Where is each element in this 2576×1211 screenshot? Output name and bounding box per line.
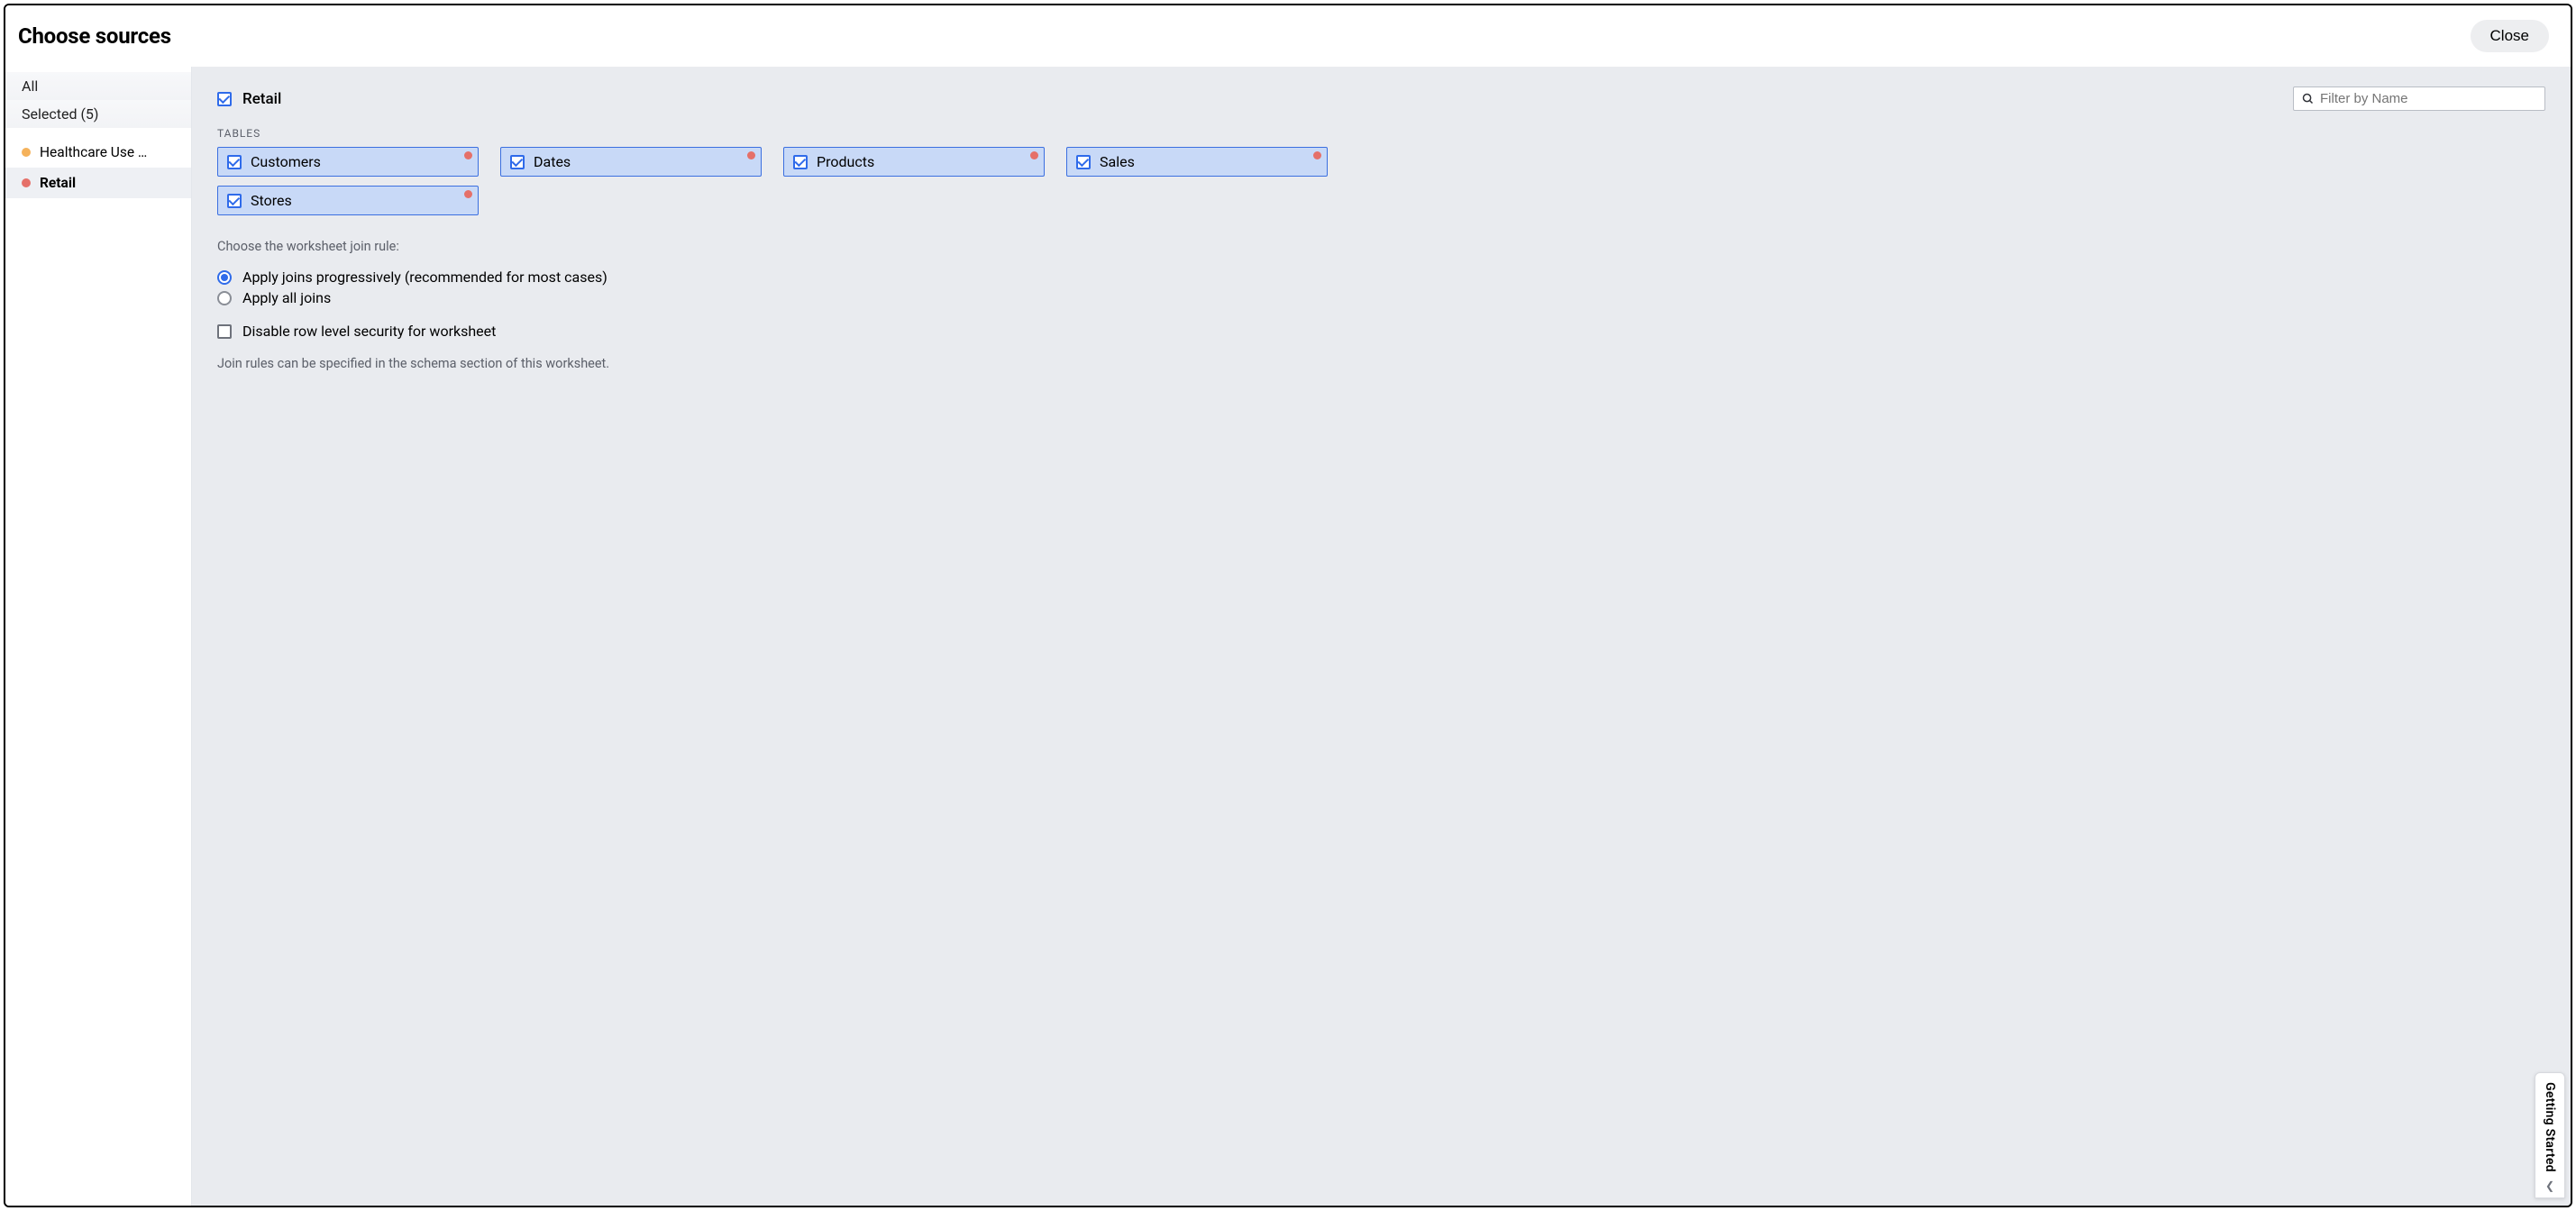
status-dot-icon <box>1313 151 1321 159</box>
join-rule-prompt: Choose the worksheet join rule: <box>217 239 2545 254</box>
sidebar: All Selected (5) Healthcare Use … Retail <box>5 67 192 1206</box>
tables-section-label: TABLES <box>217 127 2545 140</box>
sidebar-source-label: Healthcare Use … <box>40 144 147 160</box>
radio-button[interactable] <box>217 270 232 285</box>
table-label: Products <box>817 153 874 170</box>
status-dot-icon <box>464 190 472 198</box>
chevron-left-icon: ❮ <box>2545 1179 2554 1192</box>
table-chip-dates[interactable]: Dates <box>500 147 762 177</box>
filter-input-wrap[interactable] <box>2293 86 2545 111</box>
close-button[interactable]: Close <box>2471 20 2549 52</box>
join-rule-hint: Join rules can be specified in the schem… <box>217 356 2545 371</box>
table-chip-stores[interactable]: Stores <box>217 186 479 215</box>
getting-started-tab[interactable]: Getting Started ❮ <box>2535 1072 2565 1198</box>
join-rule-progressive[interactable]: Apply joins progressively (recommended f… <box>217 269 2545 286</box>
getting-started-label: Getting Started <box>2543 1082 2557 1172</box>
table-chip-sales[interactable]: Sales <box>1066 147 1328 177</box>
join-rule-all[interactable]: Apply all joins <box>217 289 2545 306</box>
tables-grid: Customers Dates Products Sales <box>217 147 2545 215</box>
status-dot-icon <box>1030 151 1038 159</box>
table-checkbox[interactable] <box>227 194 242 208</box>
table-checkbox[interactable] <box>510 155 525 169</box>
table-checkbox[interactable] <box>227 155 242 169</box>
radio-label: Apply joins progressively (recommended f… <box>242 269 607 286</box>
radio-button[interactable] <box>217 291 232 305</box>
source-checkbox[interactable] <box>217 92 232 106</box>
table-checkbox[interactable] <box>793 155 808 169</box>
table-chip-products[interactable]: Products <box>783 147 1045 177</box>
filter-input[interactable] <box>2320 91 2537 106</box>
dialog-title: Choose sources <box>18 23 171 49</box>
status-dot-icon <box>22 148 31 157</box>
source-name: Retail <box>242 90 281 108</box>
sidebar-filter-all[interactable]: All <box>5 72 191 100</box>
sidebar-source-healthcare[interactable]: Healthcare Use … <box>5 137 191 168</box>
sidebar-source-label: Retail <box>40 175 76 191</box>
table-label: Stores <box>251 192 292 209</box>
main-panel: Retail TABLES Customers <box>192 67 2571 1206</box>
status-dot-icon <box>22 178 31 187</box>
table-chip-customers[interactable]: Customers <box>217 147 479 177</box>
dialog-header: Choose sources Close <box>5 5 2571 67</box>
sidebar-source-retail[interactable]: Retail <box>5 168 191 198</box>
table-checkbox[interactable] <box>1076 155 1091 169</box>
status-dot-icon <box>464 151 472 159</box>
table-label: Sales <box>1100 153 1135 170</box>
search-icon <box>2301 92 2315 105</box>
sidebar-filter-selected[interactable]: Selected (5) <box>5 100 191 128</box>
status-dot-icon <box>747 151 755 159</box>
disable-rls-row[interactable]: Disable row level security for worksheet <box>217 323 2545 340</box>
disable-rls-checkbox[interactable] <box>217 324 232 339</box>
radio-label: Apply all joins <box>242 289 331 306</box>
table-label: Dates <box>534 153 571 170</box>
table-label: Customers <box>251 153 321 170</box>
disable-rls-label: Disable row level security for worksheet <box>242 323 496 340</box>
